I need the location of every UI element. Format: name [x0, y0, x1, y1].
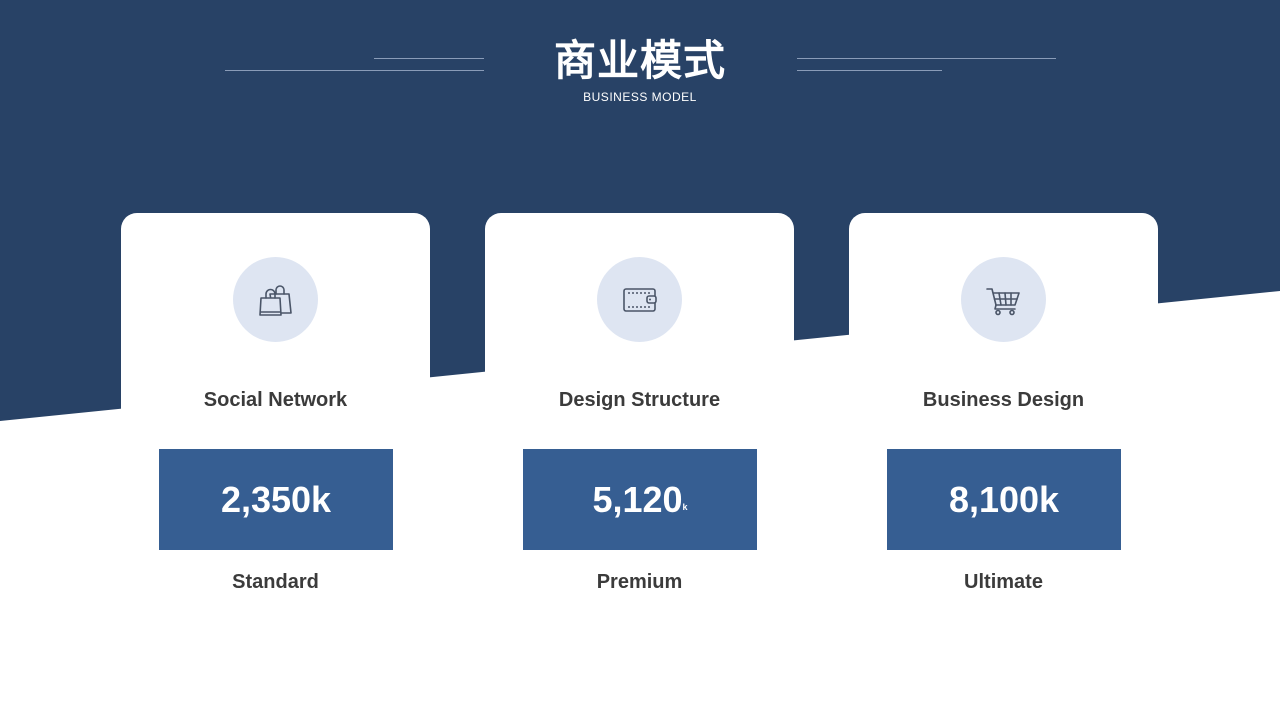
tier-label: Standard [232, 571, 319, 593]
value-text: 2,350k [220, 478, 332, 520]
icon-circle [597, 257, 682, 342]
title-block: 商业模式 BUSINESS MODEL [0, 34, 1280, 104]
shopping-cart-icon [985, 287, 1020, 315]
card-business-design: Business Design 8,100k Ultimate [849, 213, 1158, 633]
value-text: 5,120 [592, 478, 683, 520]
shopping-bag-icon [258, 284, 292, 316]
card-social-network: Social Network 2,350k Standard [121, 213, 430, 633]
value-box: 8,100k [887, 449, 1121, 550]
card-label: Social Network [203, 389, 348, 411]
icon-circle [233, 257, 318, 342]
wallet-icon [622, 287, 657, 312]
value-text: 8,100k [948, 478, 1060, 520]
value-box: 5,120 k [523, 449, 757, 550]
card-label: Business Design [922, 389, 1085, 411]
page-title: 商业模式 [553, 36, 726, 85]
icon-circle [961, 257, 1046, 342]
value-suffix: k [682, 502, 688, 512]
page-subtitle: BUSINESS MODEL [583, 90, 697, 104]
card-label: Design Structure [558, 389, 721, 411]
tier-label: Premium [596, 571, 683, 593]
card-design-structure: Design Structure 5,120 k Premium [485, 213, 794, 633]
tier-label: Ultimate [964, 571, 1043, 593]
value-box: 2,350k [159, 449, 393, 550]
